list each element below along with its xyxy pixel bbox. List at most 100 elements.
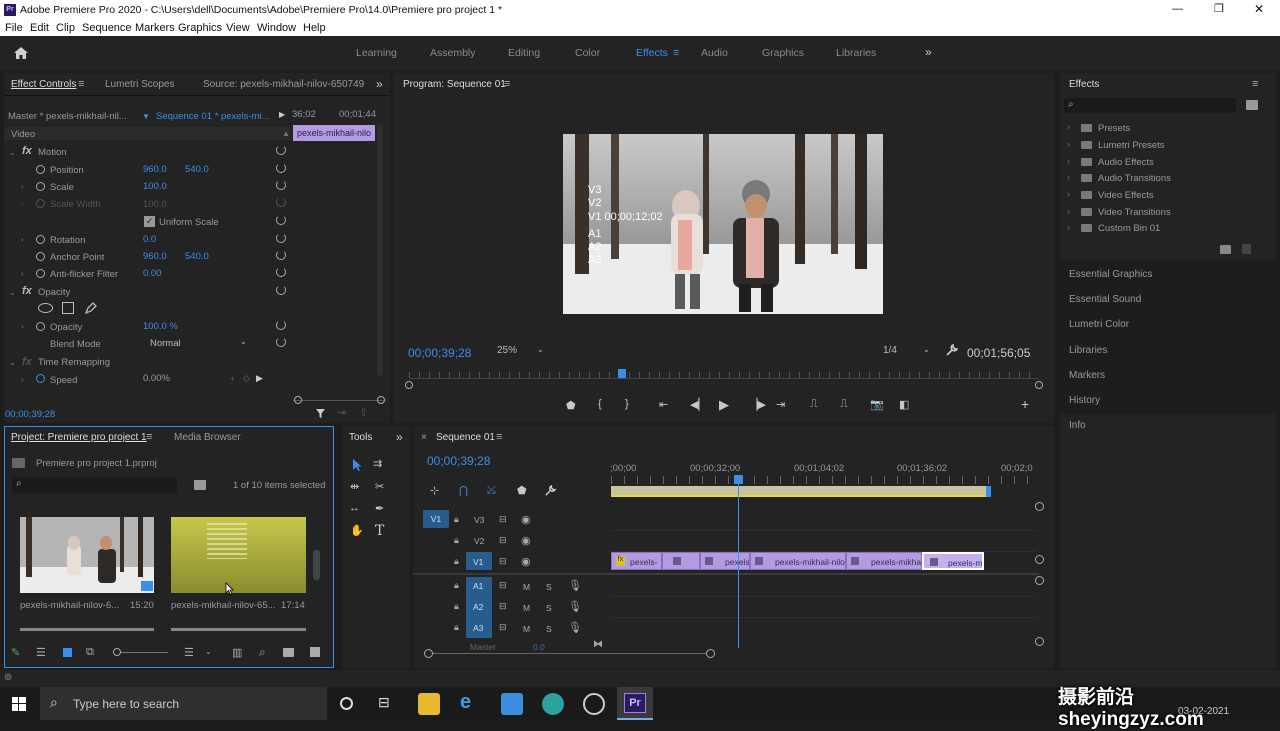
keyframe-add-icon[interactable]: ◇ [243,373,250,384]
keyframe-next-icon[interactable]: ▶ [256,373,263,384]
automate-icon[interactable]: ▥ [232,646,242,659]
menu-sequence[interactable]: Sequence [82,22,132,34]
scroll-handle[interactable] [1035,502,1044,511]
solo-button[interactable]: S [546,603,552,613]
antiflicker-value[interactable]: 0.00 [143,268,162,279]
effects-folder-item[interactable]: › Audio Effects [1064,156,1244,170]
panel-markers[interactable]: Markers [1060,362,1276,386]
stopwatch-icon[interactable] [36,165,45,174]
project-item-name[interactable]: pexels-mikhail-nilov-6... [20,600,119,611]
program-timecode[interactable]: 00;00;39;28 [408,346,471,360]
menu-window[interactable]: Window [257,22,296,34]
reset-icon[interactable] [276,267,286,277]
panel-essential-sound[interactable]: Essential Sound [1060,286,1276,310]
home-icon[interactable] [13,46,29,60]
zoom-slider-handle[interactable] [113,648,121,656]
panel-menu-icon[interactable]: ≡ [496,431,502,443]
menu-graphics[interactable]: Graphics [178,22,222,34]
close-icon[interactable]: × [421,432,427,443]
icon-view-icon[interactable] [63,648,72,657]
lift-icon[interactable]: ⎍ [810,398,818,411]
lock-icon[interactable]: 🔒︎ [454,556,459,567]
workspace-audio[interactable]: Audio [701,47,728,59]
ec-zoom-bar[interactable] [293,400,385,401]
solo-button[interactable]: S [546,582,552,592]
sync-lock-icon[interactable]: ⊟ [499,535,507,546]
workspace-graphics[interactable]: Graphics [762,47,804,59]
effects-folder-item[interactable]: › Audio Transitions [1064,172,1244,186]
scroll-handle[interactable] [706,649,715,658]
windows-start-icon[interactable] [12,697,26,711]
app-icon[interactable] [583,693,605,715]
expand-icon[interactable]: › [21,375,24,384]
stopwatch-icon[interactable] [36,374,45,383]
comparison-view-icon[interactable]: ◧ [899,398,909,411]
fx-icon[interactable]: fx [22,145,32,157]
expand-icon[interactable]: › [21,235,24,244]
timeline-hscroll[interactable] [433,653,707,654]
panel-lumetri-color[interactable]: Lumetri Color [1060,311,1276,335]
panel-libraries[interactable]: Libraries [1060,337,1276,361]
find-icon[interactable]: ⌕ [259,645,266,660]
new-item-icon[interactable] [310,647,320,657]
menu-clip[interactable]: Clip [56,22,75,34]
linked-selection-icon[interactable]: ⤩ [487,484,496,497]
lock-icon[interactable]: 🔒︎ [454,514,459,525]
close-button[interactable]: ✕ [1254,2,1264,16]
collapse-up-icon[interactable]: ▲ [282,129,290,138]
workspace-assembly[interactable]: Assembly [430,47,476,59]
expand-icon[interactable]: › [21,182,24,191]
program-scrub-bar[interactable] [409,378,1039,379]
chevron-down-icon[interactable]: ⌄ [205,647,212,656]
scroll-handle[interactable] [424,649,433,658]
pencil-icon[interactable]: ✎ [11,646,20,659]
ec-timecode[interactable]: 00;00;39;28 [5,409,55,420]
mark-in-icon[interactable]: { [598,398,602,410]
eye-icon[interactable]: ◉ [521,555,531,568]
effects-folder-item[interactable]: › Custom Bin 01 [1064,222,1244,236]
edge-icon[interactable] [542,693,564,715]
pen-tool-icon[interactable]: ✒ [375,502,384,515]
position-x-value[interactable]: 960.0 [143,164,167,175]
ec-clip-bar[interactable]: pexels-mikhail-nilo [293,125,375,141]
sequence-clip-label[interactable]: Sequence 01 * pexels-mi... [156,111,270,122]
panel-menu-icon[interactable]: ≡ [1252,78,1258,90]
solo-button[interactable]: S [546,624,552,634]
razor-tool-icon[interactable]: ✂ [375,480,384,493]
camera-icon[interactable]: 📷 [870,398,884,411]
expand-icon[interactable]: › [21,322,24,331]
effects-folder-item[interactable]: › Video Transitions [1064,206,1244,220]
sync-lock-icon[interactable]: ⊟ [499,622,507,633]
opacity-value[interactable]: 100.0 % [143,321,178,332]
menu-view[interactable]: View [226,22,250,34]
stopwatch-icon[interactable] [36,182,45,191]
minimize-button[interactable]: — [1172,3,1183,15]
anchor-x-value[interactable]: 960.0 [143,251,167,262]
panel-menu-icon[interactable]: ≡ [504,78,510,90]
microphone-icon[interactable]: 🎙︎ [568,600,582,613]
marker-icon[interactable]: ⬟ [517,484,527,497]
task-view-icon[interactable]: ⊟ [378,694,390,711]
reset-icon[interactable] [276,215,286,225]
go-to-in-icon[interactable]: ⇤ [659,398,668,411]
scroll-handle[interactable] [1035,381,1043,389]
effects-search-input[interactable]: ⌕ [1064,98,1236,113]
workspace-more-icon[interactable]: » [925,45,932,59]
disclosure-icon[interactable]: ⌄ [9,358,16,367]
cortana-icon[interactable] [340,697,353,710]
project-item-name[interactable]: pexels-mikhail-nilov-65... [171,600,276,611]
lock-icon[interactable]: 🔒︎ [454,622,459,633]
new-bin-icon[interactable] [1220,245,1231,254]
selection-tool-icon[interactable] [352,458,363,472]
project-scrollbar[interactable] [313,550,320,580]
fx-icon[interactable]: fx [22,285,32,297]
panel-history[interactable]: History [1060,387,1276,411]
chevron-down-icon[interactable]: ▼ [142,112,150,121]
track-select-tool-icon[interactable]: ⇉ [373,457,382,470]
workspace-learning[interactable]: Learning [356,47,397,59]
effects-folder-item[interactable]: › Lumetri Presets [1064,139,1244,153]
tab-effect-controls[interactable]: Effect Controls [11,79,76,90]
panel-more-icon[interactable]: » [376,77,383,91]
scroll-handle[interactable] [405,381,413,389]
scroll-handle[interactable] [1035,637,1044,646]
